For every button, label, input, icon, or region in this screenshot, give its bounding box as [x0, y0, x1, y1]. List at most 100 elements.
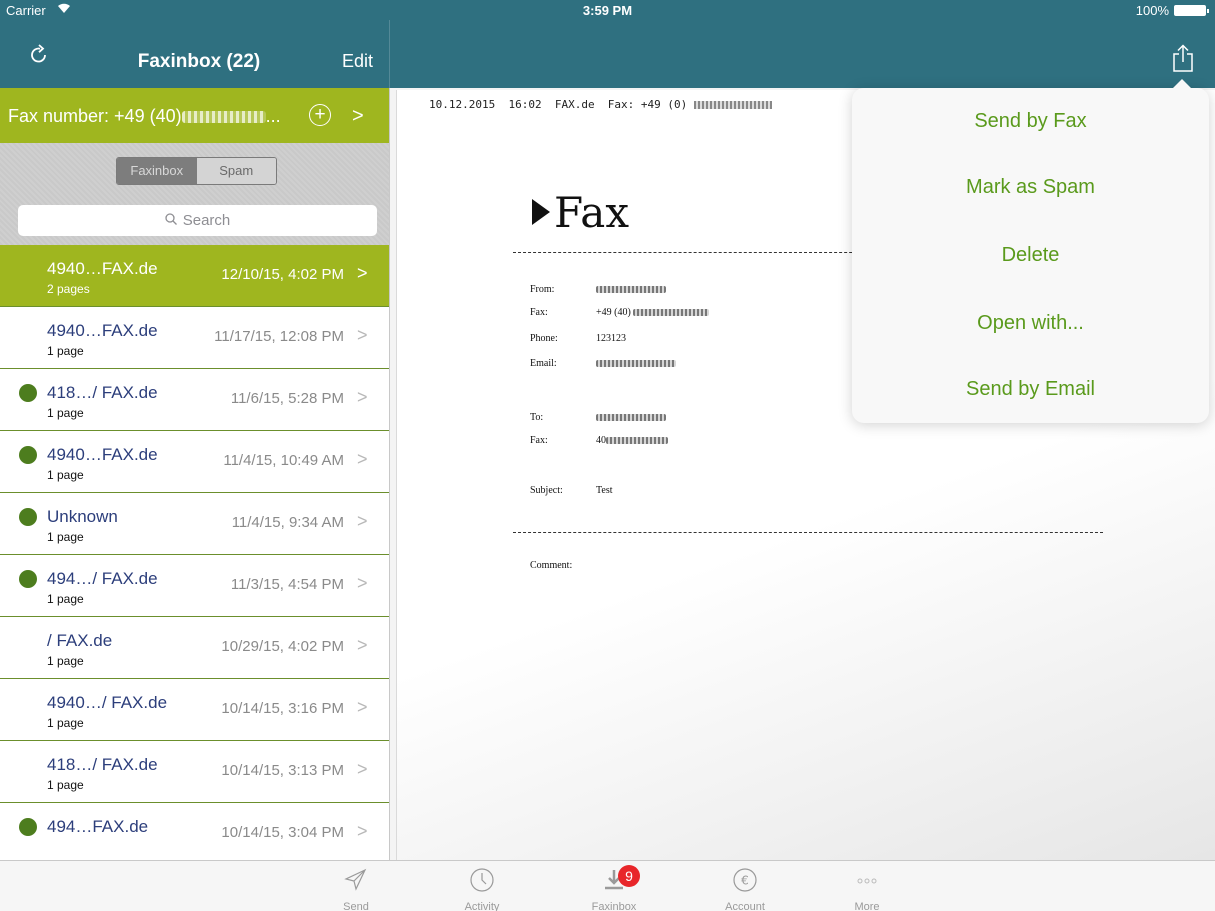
fax-logo: Fax — [532, 188, 629, 237]
inbox-segmented-control[interactable]: Faxinbox Spam — [116, 157, 277, 185]
send-by-email-button[interactable]: Send by Email — [852, 378, 1209, 401]
fax-date: 11/17/15, 12:08 PM — [214, 328, 344, 345]
chevron-right-icon: > — [357, 511, 368, 531]
chevron-right-icon: > — [357, 449, 368, 469]
fax-pages: 1 page — [47, 344, 84, 358]
fax-pages: 1 page — [47, 716, 84, 730]
search-icon — [165, 205, 177, 236]
fax-pages: 2 pages — [47, 282, 90, 296]
tab-faxinbox[interactable]: 9 Faxinbox — [574, 865, 654, 911]
fax-number-bar[interactable]: Fax number: +49 (40)... + > — [0, 88, 389, 143]
redacted-text — [596, 414, 666, 422]
unread-dot-icon — [19, 446, 37, 464]
inbox-download-icon — [574, 867, 654, 895]
status-bar: Carrier 3:59 PM 100% — [0, 0, 1215, 20]
paper-plane-icon — [316, 867, 396, 895]
fax-pages: 1 page — [47, 778, 84, 792]
fax-sender: 4940…FAX.de — [47, 259, 158, 278]
svg-text:€: € — [741, 874, 749, 888]
fax-date: 11/6/15, 5:28 PM — [230, 390, 344, 407]
unread-badge: 9 — [618, 865, 640, 887]
fax-pages: 1 page — [47, 592, 84, 606]
chevron-right-icon: > — [357, 387, 368, 407]
fax-row[interactable]: 418…/ FAX.de 1 page 11/6/15, 5:28 PM > — [0, 369, 389, 431]
fax-sender: / FAX.de — [47, 631, 113, 650]
fax-pages: 1 page — [47, 468, 84, 482]
edit-button[interactable]: Edit — [342, 51, 373, 72]
unread-dot-icon — [19, 508, 37, 526]
fax-row[interactable]: 494…/ FAX.de 1 page 11/3/15, 4:54 PM > — [0, 555, 389, 617]
fax-row[interactable]: Unknown 1 page 11/4/15, 9:34 AM > — [0, 493, 389, 555]
fax-pages: 1 page — [47, 654, 84, 668]
mark-as-spam-button[interactable]: Mark as Spam — [852, 176, 1209, 199]
sidebar: Fax number: +49 (40)... + > Faxinbox Spa… — [0, 88, 390, 860]
fax-row[interactable]: 4940…FAX.de 2 pages 12/10/15, 4:02 PM > — [0, 245, 389, 307]
play-triangle-icon — [532, 199, 550, 225]
search-placeholder: Search — [182, 212, 231, 229]
redacted-text — [693, 101, 772, 109]
divider-line — [513, 532, 1103, 533]
tab-activity[interactable]: Activity — [442, 867, 522, 911]
fax-row[interactable]: 418…/ FAX.de 1 page 10/14/15, 3:13 PM > — [0, 741, 389, 803]
chevron-right-icon: > — [357, 573, 368, 593]
redacted-text — [633, 309, 710, 317]
open-with-button[interactable]: Open with... — [852, 312, 1209, 335]
fax-row[interactable]: / FAX.de 1 page 10/29/15, 4:02 PM > — [0, 617, 389, 679]
segment-spam[interactable]: Spam — [196, 158, 276, 184]
add-number-icon[interactable]: + — [309, 104, 331, 126]
fax-sender: 418…/ FAX.de — [47, 755, 158, 774]
fax-row[interactable]: 4940…FAX.de 1 page 11/17/15, 12:08 PM > — [0, 307, 389, 369]
filter-area: Faxinbox Spam Search — [0, 143, 389, 250]
fax-number-arrow[interactable]: > — [352, 105, 364, 128]
fax-date: 11/3/15, 4:54 PM — [230, 576, 344, 593]
fax-date: 12/10/15, 4:02 PM — [221, 266, 344, 283]
fax-sender: 4940…/ FAX.de — [47, 693, 168, 712]
redacted-text — [606, 437, 668, 445]
fax-row[interactable]: 494…FAX.de 10/14/15, 3:04 PM > — [0, 803, 389, 860]
send-by-fax-button[interactable]: Send by Fax — [852, 110, 1209, 133]
refresh-icon[interactable] — [28, 44, 50, 66]
fax-date: 11/4/15, 10:49 AM — [223, 452, 344, 469]
fax-date: 11/4/15, 9:34 AM — [231, 514, 344, 531]
chevron-right-icon: > — [357, 325, 368, 345]
search-input[interactable]: Search — [18, 205, 377, 236]
fax-date: 10/14/15, 3:16 PM — [221, 700, 344, 717]
euro-icon: € — [705, 867, 785, 895]
battery-percent: 100% — [1135, 3, 1169, 18]
segment-faxinbox[interactable]: Faxinbox — [117, 158, 197, 184]
fax-sender: 4940…FAX.de — [47, 445, 158, 464]
fax-sender: 494…FAX.de — [47, 817, 149, 836]
unread-dot-icon — [19, 818, 37, 836]
fax-date: 10/29/15, 4:02 PM — [221, 638, 344, 655]
tab-send[interactable]: Send — [316, 867, 396, 911]
fax-row[interactable]: 4940…FAX.de 1 page 11/4/15, 10:49 AM > — [0, 431, 389, 493]
battery-icon — [1174, 5, 1209, 16]
page-title: Faxinbox (22) — [137, 51, 261, 72]
navigation-bar: Faxinbox (22) Edit — [0, 20, 1215, 88]
unread-dot-icon — [19, 384, 37, 402]
tab-more[interactable]: More — [827, 867, 907, 911]
chevron-right-icon: > — [357, 821, 368, 841]
fax-sender: 418…/ FAX.de — [47, 383, 158, 402]
redacted-text — [596, 360, 676, 368]
redacted-number — [181, 111, 266, 124]
navbar-divider — [389, 20, 390, 88]
unread-dot-icon — [19, 570, 37, 588]
clock-label: 3:59 PM — [582, 3, 633, 18]
fax-transmission-header: 10.12.2015 16:02 FAX.de Fax: +49 (0) — [429, 98, 772, 111]
chevron-right-icon: > — [357, 759, 368, 779]
fax-list: 4940…FAX.de 2 pages 12/10/15, 4:02 PM > … — [0, 245, 389, 860]
redacted-text — [596, 286, 666, 294]
fax-date: 10/14/15, 3:13 PM — [221, 762, 344, 779]
fax-date: 10/14/15, 3:04 PM — [221, 824, 344, 841]
clock-icon — [442, 867, 522, 895]
tab-account[interactable]: € Account — [705, 867, 785, 911]
fax-number-label: Fax number: +49 (40)... — [8, 106, 281, 126]
chevron-right-icon: > — [357, 635, 368, 655]
fax-row[interactable]: 4940…/ FAX.de 1 page 10/14/15, 3:16 PM > — [0, 679, 389, 741]
fax-sender: Unknown — [47, 507, 118, 526]
share-menu: Send by Fax Mark as Spam Delete Open wit… — [852, 79, 1209, 423]
share-icon[interactable] — [1172, 44, 1194, 72]
more-dots-icon — [827, 867, 907, 895]
delete-button[interactable]: Delete — [852, 244, 1209, 267]
